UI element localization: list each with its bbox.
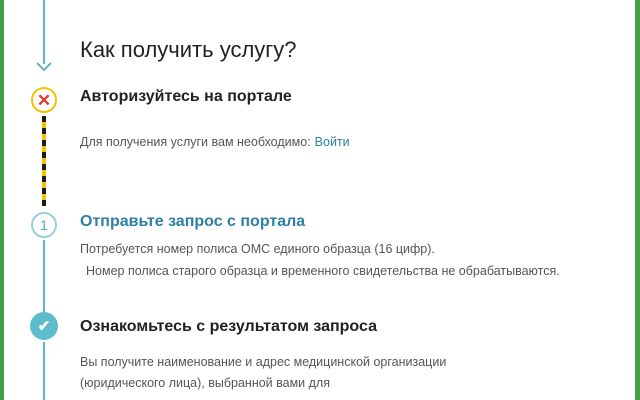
step1-description: Для получения услуги вам необходимо: Войт…: [80, 132, 350, 153]
step2-line-1: Потребуется номер полиса ОМС единого обр…: [80, 242, 435, 256]
frame-right-border: [635, 0, 640, 400]
timeline-line-warning: [42, 116, 46, 206]
timeline-line-step3: [43, 342, 45, 400]
step2-line-2: Номер полиса старого образца и временног…: [86, 264, 560, 278]
step3-status-icon: ✔: [30, 312, 58, 340]
page-title: Как получить услугу?: [80, 37, 297, 62]
timeline-line-step2: [43, 240, 45, 312]
step2-heading[interactable]: Отправьте запрос с портала: [80, 213, 305, 231]
frame-left-border: [0, 0, 4, 400]
step1-status-icon: ✕: [31, 87, 57, 113]
step3-line-2: (юридического лица), выбранной вами для: [80, 376, 330, 390]
close-icon: ✕: [36, 90, 52, 110]
arrow-down-icon: [36, 62, 52, 72]
timeline-line-top: [43, 0, 45, 64]
login-link[interactable]: Войти: [315, 135, 350, 149]
step1-text: Для получения услуги вам необходимо:: [80, 135, 311, 149]
service-steps-panel: Как получить услугу? ✕ Авторизуйтесь на …: [0, 0, 640, 400]
check-icon: ✔: [37, 317, 51, 335]
step2-status-icon: 1: [31, 212, 57, 238]
step3-heading: Ознакомьтесь с результатом запроса: [80, 318, 377, 335]
step3-line-1: Вы получите наименование и адрес медицин…: [80, 355, 447, 369]
step1-heading: Авторизуйтесь на портале: [80, 88, 292, 105]
step2-number: 1: [40, 217, 48, 233]
